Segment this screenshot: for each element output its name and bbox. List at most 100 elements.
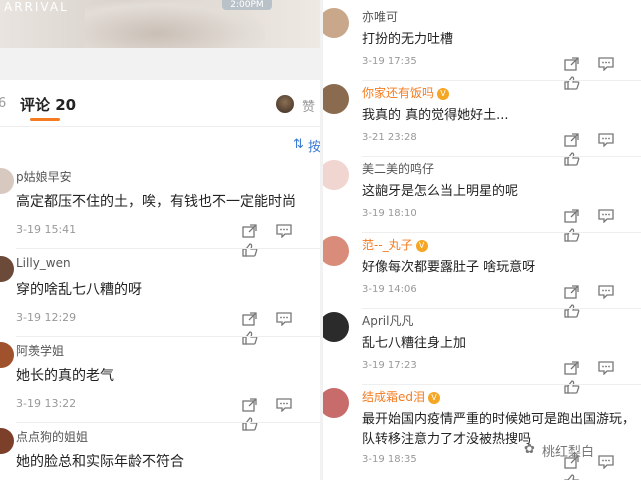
comment-icon[interactable] (598, 208, 614, 223)
comment-date: 3-19 14:06 (362, 284, 417, 295)
tab-comments-label: 评论 (20, 96, 51, 114)
comment-username[interactable]: 阿羡学姐 (16, 342, 64, 359)
active-tab-indicator (30, 118, 60, 121)
comment-username[interactable]: Lilly_wen (16, 256, 71, 270)
comment-actions (242, 220, 320, 258)
comment-tabbar: 6 评论 20 赞 (0, 80, 320, 127)
like-icon[interactable] (564, 379, 580, 394)
comment-username-text: 亦唯可 (362, 10, 399, 24)
comment-username[interactable]: 亦唯可 (362, 8, 398, 25)
like-icon[interactable] (242, 416, 258, 431)
comment-icon[interactable] (276, 397, 292, 412)
comment-date: 3-19 18:10 (362, 208, 417, 219)
divider (16, 248, 320, 249)
comment-icon[interactable] (598, 132, 614, 147)
share-icon[interactable] (564, 132, 580, 147)
user-avatar[interactable] (0, 256, 14, 282)
like-icon[interactable] (564, 227, 580, 242)
user-avatar[interactable] (323, 8, 349, 38)
wechat-icon: ✿ (524, 442, 535, 457)
comment-icon[interactable] (276, 223, 292, 238)
comment-text: 好像每次都要露肚子 啥玩意呀 (362, 260, 536, 275)
comment-text: 最开始国内疫情严重的时候她可是跑出国游玩， (362, 412, 636, 427)
user-avatar[interactable] (323, 388, 349, 418)
comment-username[interactable]: 点点狗的姐姐 (16, 428, 88, 445)
comment-username[interactable]: 结成霜ed泪 V (362, 388, 441, 405)
divider (362, 156, 641, 157)
comment-text: 她长的真的老气 (16, 368, 114, 384)
share-icon[interactable] (564, 56, 580, 71)
comment-actions (564, 357, 641, 395)
watermark: 桃红梨白 (542, 445, 595, 460)
sort-button[interactable]: 按 (308, 136, 320, 155)
divider (16, 422, 320, 423)
comment-username[interactable]: 你家还有饭吗 V (362, 84, 450, 101)
user-avatar[interactable] (323, 84, 349, 114)
post-photo: ARRIVAL 2:00PM (0, 0, 320, 48)
comment-date: 3-19 12:29 (16, 311, 77, 324)
divider (362, 80, 641, 81)
comment-text: 打扮的无力吐槽 (362, 32, 454, 47)
comment-text: 我真的 真的觉得她好土... (362, 108, 509, 123)
like-icon[interactable] (564, 473, 580, 480)
tab-likes[interactable]: 赞 (302, 96, 315, 115)
right-comment-screenshot: 亦唯可 打扮的无力吐槽 3-19 17:35 你家还有饭吗 V 我真的 真的觉得她… (323, 0, 641, 480)
user-avatar[interactable] (323, 312, 349, 342)
comment-actions (564, 205, 641, 243)
comment-date: 3-19 17:23 (362, 360, 417, 371)
user-avatar[interactable] (0, 168, 14, 194)
comment-date: 3-19 15:41 (16, 223, 77, 236)
like-icon[interactable] (564, 75, 580, 90)
comment-actions (564, 281, 641, 319)
comment-icon[interactable] (276, 311, 292, 326)
comment-username-text: 范--_丸子 (362, 238, 413, 252)
like-avatar (276, 95, 294, 113)
tab-comments[interactable]: 评论 20 (20, 94, 76, 115)
like-icon[interactable] (564, 303, 580, 318)
comment-date: 3-19 18:35 (362, 454, 417, 465)
comment-icon[interactable] (598, 56, 614, 71)
comment-text: 她的脸总和实际年龄不符合 (16, 454, 184, 470)
user-avatar[interactable] (0, 428, 14, 454)
tab-comments-count: 20 (55, 96, 77, 114)
comment-icon[interactable] (598, 284, 614, 299)
comment-username[interactable]: p姑娘早安 (16, 168, 72, 185)
comment-text-line2: 队转移注意力了才没被热搜吗 (362, 432, 532, 447)
comment-username-text: 结成霜ed泪 (362, 390, 426, 404)
comment-username-text: 你家还有饭吗 (362, 86, 435, 100)
comment-date: 3-19 13:22 (16, 397, 77, 410)
user-avatar[interactable] (323, 236, 349, 266)
comment-text: 乱七八糟往身上加 (362, 336, 467, 351)
comment-text: 穿的啥乱七八糟的呀 (16, 282, 142, 298)
comment-username[interactable]: 范--_丸子 V (362, 236, 428, 253)
tab-repost-count[interactable]: 6 (0, 96, 6, 111)
comment-actions (564, 129, 641, 167)
sort-icon[interactable]: ⇅ (293, 137, 304, 152)
divider (16, 336, 320, 337)
comment-username[interactable]: April凡凡 (362, 312, 413, 329)
share-icon[interactable] (242, 223, 258, 238)
share-icon[interactable] (242, 397, 258, 412)
photo-time-tag: 2:00PM (222, 0, 272, 10)
comment-username-text: April凡凡 (362, 314, 414, 328)
comment-date: 3-19 17:35 (362, 56, 417, 67)
vip-badge-icon: V (437, 87, 450, 100)
comment-icon[interactable] (598, 360, 614, 375)
share-icon[interactable] (242, 311, 258, 326)
like-icon[interactable] (242, 242, 258, 257)
left-comment-screenshot: ARRIVAL 2:00PM 6 评论 20 赞 ⇅ 按 p姑娘早安 高定都压不… (0, 0, 320, 480)
comment-date: 3-21 23:28 (362, 132, 417, 143)
sort-bar: ⇅ 按 (0, 127, 320, 161)
share-icon[interactable] (564, 284, 580, 299)
user-avatar[interactable] (323, 160, 349, 190)
photo-caption: ARRIVAL (4, 0, 69, 14)
comment-icon[interactable] (598, 454, 614, 469)
share-icon[interactable] (564, 208, 580, 223)
like-icon[interactable] (564, 151, 580, 166)
divider (362, 308, 641, 309)
comment-username[interactable]: 美二美的鸣仔 (362, 160, 434, 177)
user-avatar[interactable] (0, 342, 14, 368)
share-icon[interactable] (564, 360, 580, 375)
like-icon[interactable] (242, 330, 258, 345)
comment-actions (564, 53, 641, 91)
